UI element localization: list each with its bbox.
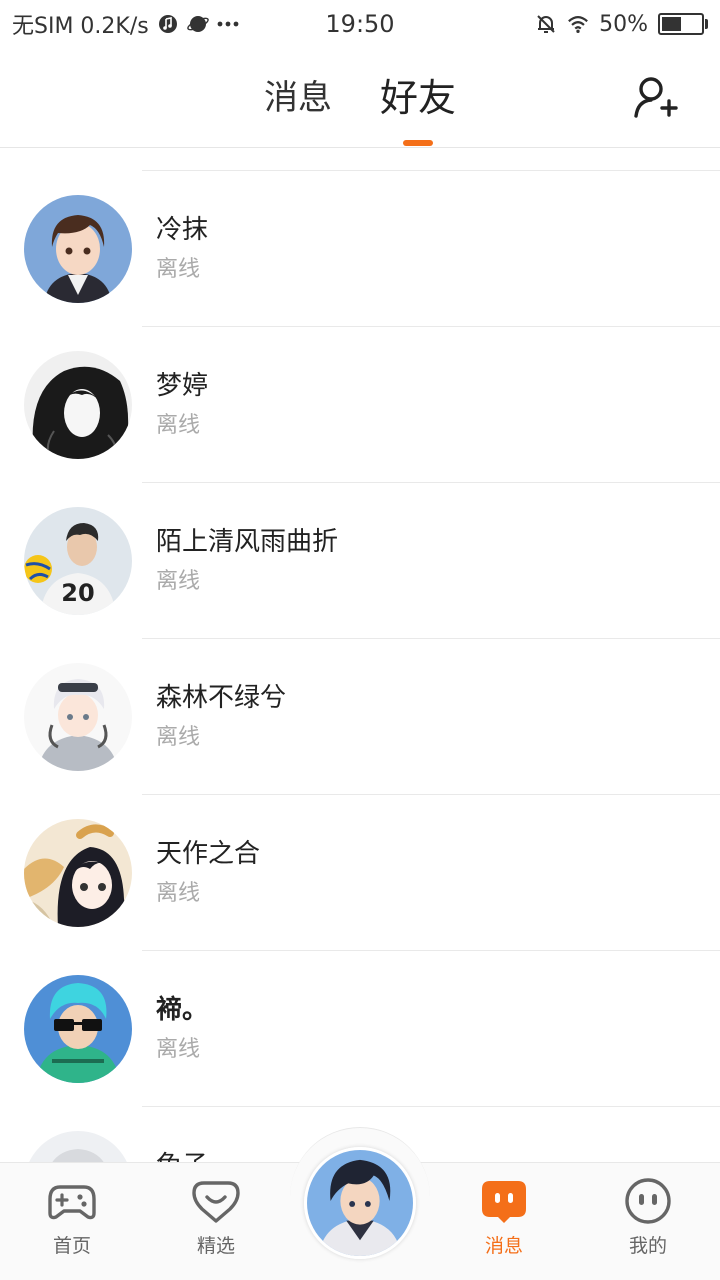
avatar: [24, 663, 132, 771]
friend-status: 离线: [156, 569, 201, 594]
nav-messages[interactable]: 消息: [444, 1175, 564, 1258]
music-icon: [158, 15, 177, 33]
avatar: [24, 819, 132, 927]
friend-status: 离线: [156, 413, 201, 438]
friend-name: 梦婷: [156, 371, 209, 401]
nav-home[interactable]: 首页: [12, 1175, 132, 1258]
tab-messages[interactable]: 消息: [264, 74, 332, 122]
tab-friends-label: 好友: [379, 76, 456, 120]
svg-text:20: 20: [61, 579, 94, 607]
friend-name: 陌上清风雨曲折: [156, 527, 339, 557]
friend-name: 褅。: [156, 995, 209, 1025]
friend-status: 离线: [156, 1037, 201, 1062]
battery-percent: 50%: [599, 11, 648, 37]
friend-item[interactable]: 天作之合 离线: [0, 795, 720, 951]
bell-muted-icon: [537, 15, 555, 33]
avatar: [24, 351, 132, 459]
wifi-icon: [568, 16, 588, 33]
nav-profile-label: 我的: [628, 1235, 667, 1257]
planet-icon: [186, 16, 209, 32]
friend-name: 森林不绿兮: [156, 683, 287, 713]
nav-messages-label: 消息: [484, 1235, 523, 1257]
avatar: 20: [24, 507, 132, 615]
friend-item[interactable]: 梦婷 离线: [0, 327, 720, 483]
friend-name: 天作之合: [156, 839, 261, 869]
more-dots-icon: [217, 21, 239, 27]
status-bar: 无SIM 0.2K/s 19:50 50%: [0, 0, 720, 48]
tab-messages-label: 消息: [263, 78, 332, 118]
heart-chat-icon: [192, 1181, 240, 1223]
tab-bar: 消息 好友: [0, 74, 720, 146]
network-speed: 无SIM 0.2K/s: [12, 14, 149, 39]
tab-friends[interactable]: 好友: [379, 74, 456, 146]
avatar: [24, 195, 132, 303]
friend-item[interactable]: 冷抹 离线: [0, 171, 720, 327]
friend-status: 离线: [156, 881, 201, 906]
battery-icon: [658, 13, 708, 35]
face-icon: [625, 1178, 671, 1224]
active-tab-indicator: [402, 140, 433, 146]
status-right: 50%: [535, 12, 708, 37]
message-icon: [482, 1181, 526, 1223]
nav-featured-label: 精选: [196, 1235, 235, 1257]
friend-name: 兔子: [156, 1145, 208, 1163]
gamepad-icon: [48, 1185, 96, 1220]
friend-item[interactable]: 褅。 离线: [0, 951, 720, 1107]
friend-status: 离线: [156, 257, 201, 282]
center-avatar-button[interactable]: [304, 1147, 416, 1259]
nav-home-label: 首页: [52, 1235, 91, 1257]
avatar: [24, 1131, 132, 1163]
bottom-nav: 首页 精选 消息 我的: [0, 1127, 720, 1280]
friend-list[interactable]: 冷抹 离线 梦婷 离线 20 陌上清风雨曲折 离线 森林不绿兮 离线 天作之合 …: [0, 149, 720, 1163]
friend-name: 冷抹: [156, 215, 209, 245]
avatar: [307, 1150, 413, 1256]
add-friend-icon[interactable]: [632, 74, 680, 122]
status-left: 无SIM 0.2K/s: [12, 8, 535, 40]
friend-status: 离线: [156, 725, 201, 750]
friend-item[interactable]: 森林不绿兮 离线: [0, 639, 720, 795]
avatar: [24, 975, 132, 1083]
header: 消息 好友: [0, 48, 720, 148]
nav-profile[interactable]: 我的: [588, 1175, 708, 1258]
nav-featured[interactable]: 精选: [156, 1175, 276, 1258]
friend-item[interactable]: 20 陌上清风雨曲折 离线: [0, 483, 720, 639]
